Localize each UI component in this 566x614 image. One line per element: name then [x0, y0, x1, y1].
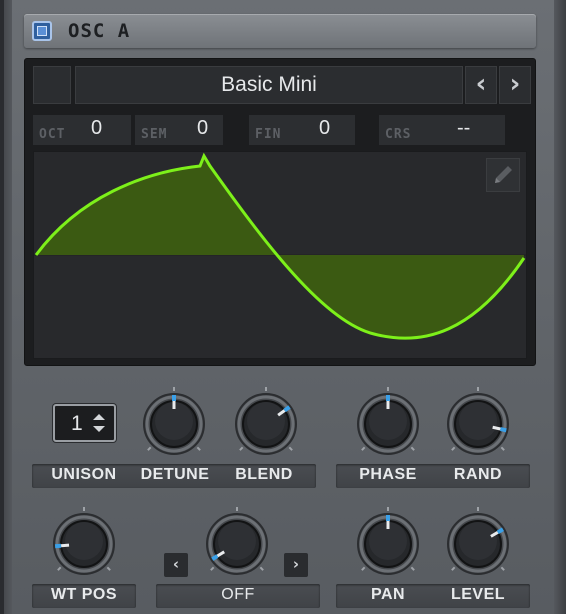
waveform-view[interactable] — [33, 151, 527, 359]
knob-value-marker — [211, 554, 219, 561]
knob-pointer — [492, 425, 501, 431]
detune-knob[interactable] — [136, 384, 212, 460]
wavetable-prev-button[interactable]: ‹ — [465, 66, 497, 104]
param-fin-value: 0 — [319, 117, 331, 139]
osc-enable-toggle[interactable] — [32, 21, 52, 41]
waveform-fill — [36, 156, 524, 339]
phase-knob[interactable] — [350, 384, 426, 460]
knob-svg — [53, 507, 115, 575]
param-oct[interactable]: OCT 0 — [33, 115, 131, 145]
param-sem-value: 0 — [197, 117, 209, 139]
blend-label: BLEND — [235, 466, 293, 483]
warp-next-button[interactable]: › — [284, 553, 308, 577]
unison-label: UNISON — [51, 466, 117, 483]
knob-svg — [447, 387, 509, 455]
wavetable-menu-button[interactable] — [33, 66, 71, 104]
param-sem-label: SEM — [141, 127, 168, 142]
pencil-icon — [495, 166, 512, 183]
warp-prev-button[interactable]: ‹ — [164, 553, 188, 577]
unison-voices-stepper[interactable]: 1 — [53, 404, 116, 442]
left-frame-edge — [0, 0, 4, 614]
param-crs-value: -- — [457, 117, 471, 139]
warp-mode-label[interactable]: OFF — [156, 586, 320, 604]
level-knob[interactable] — [440, 504, 516, 580]
osc-title: OSC A — [68, 20, 131, 42]
param-sem[interactable]: SEM 0 — [135, 115, 223, 145]
wavetable-next-button[interactable]: › — [499, 66, 531, 104]
phase-label: PHASE — [359, 466, 417, 483]
right-frame — [553, 0, 566, 614]
knob-svg — [357, 387, 419, 455]
warp-knob[interactable] — [199, 504, 275, 580]
param-crs-label: CRS — [385, 127, 412, 142]
rand-knob[interactable] — [440, 384, 516, 460]
param-crs[interactable]: CRS -- — [379, 115, 505, 145]
knob-svg — [206, 507, 268, 575]
param-fin-label: FIN — [255, 127, 282, 142]
param-fin[interactable]: FIN 0 — [249, 115, 355, 145]
rand-label: RAND — [453, 466, 503, 483]
knob-value-marker — [496, 527, 504, 535]
knob-value-marker — [283, 405, 291, 413]
pan-knob[interactable] — [350, 504, 426, 580]
detune-label: DETUNE — [140, 466, 210, 483]
knob-svg — [143, 387, 205, 455]
knob-value-marker — [500, 427, 507, 433]
param-oct-label: OCT — [39, 127, 66, 142]
wavetable-name[interactable]: Basic Mini — [75, 66, 463, 104]
param-oct-value: 0 — [91, 117, 103, 139]
unison-voices-value: 1 — [71, 412, 83, 435]
wt-pos-knob[interactable] — [46, 504, 122, 580]
draw-mode-button[interactable] — [486, 158, 520, 192]
knob-svg — [357, 507, 419, 575]
knob-pointer — [60, 543, 70, 548]
wavetable-display: Basic Mini ‹ › OCT 0 SEM 0 FIN 0 CRS -- — [24, 58, 536, 366]
stepper-arrows-icon[interactable] — [92, 411, 106, 435]
waveform-svg — [34, 152, 526, 340]
pan-label: PAN — [370, 586, 406, 603]
knob-svg — [235, 387, 297, 455]
level-label: LEVEL — [450, 586, 506, 603]
blend-knob[interactable] — [228, 384, 304, 460]
osc-header: OSC A — [24, 14, 536, 48]
knob-svg — [447, 507, 509, 575]
wt-pos-label: WT POS — [50, 586, 118, 603]
